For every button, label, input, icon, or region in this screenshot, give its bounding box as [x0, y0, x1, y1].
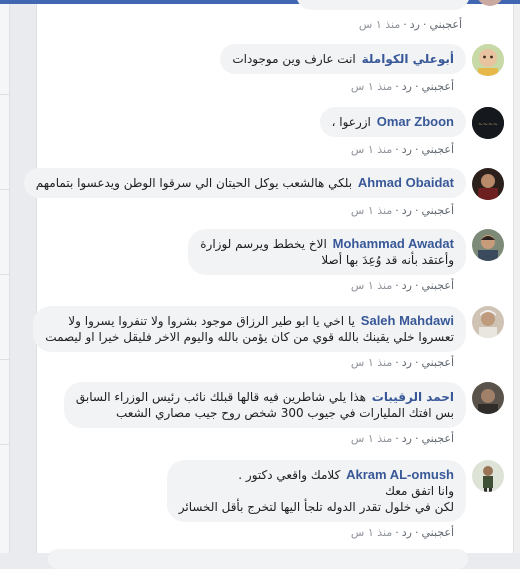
reply-link[interactable]: رد	[410, 18, 420, 31]
comment-item: ~~~~ Omar Zboon ازرعوا ، أعجبني·رد·منذ ١…	[319, 107, 504, 156]
comment-text: بلكي هالشعب يوكل الحيتان الي سرقوا الوطن…	[35, 176, 353, 190]
comment-item: أبوعلي الكواملة انت عارف وين موجودات أعج…	[220, 44, 504, 93]
avatar[interactable]	[472, 44, 504, 76]
comment-actions: أعجبني·رد·منذ ١ س	[350, 356, 454, 369]
comment-text-line: كلامك واقعي دكتور .	[238, 468, 341, 482]
comment-author[interactable]: أبوعلي الكواملة	[362, 52, 454, 66]
comment-actions: أعجبني·رد·منذ ١ س	[350, 432, 454, 445]
comment-bubble	[296, 0, 470, 10]
comment-text: ازرعوا ،	[331, 115, 371, 129]
comment-time[interactable]: منذ ١ س	[351, 204, 392, 217]
comment-text: انت عارف وين موجودات	[232, 52, 356, 66]
avatar[interactable]	[472, 382, 504, 414]
like-link[interactable]: أعجبني	[421, 356, 454, 369]
comment-text-line: الاخ يخطط ويرسم لوزارة	[200, 237, 327, 251]
comment-time[interactable]: منذ ١ س	[351, 80, 392, 93]
svg-text:~~~~: ~~~~	[478, 121, 498, 128]
comment-actions: أعجبني·رد·منذ ١ س	[350, 204, 454, 217]
comment-bubble: Mohammad Awadat الاخ يخطط ويرسم لوزارة و…	[188, 229, 466, 275]
comment-time[interactable]: منذ ١ س	[351, 143, 392, 156]
comment-bubble: Omar Zboon ازرعوا ،	[319, 107, 466, 137]
comment-item	[296, 0, 504, 10]
avatar[interactable]	[472, 229, 504, 261]
comment-item: Ahmad Obaidat بلكي هالشعب يوكل الحيتان ا…	[23, 168, 504, 217]
comment-actions: أعجبني·رد·منذ ١ س	[350, 143, 454, 156]
comment-time[interactable]: منذ ١ س	[351, 432, 392, 445]
avatar[interactable]	[472, 460, 504, 492]
comment-author[interactable]: Omar Zboon	[377, 114, 454, 129]
comment-item: احمد الرقيبات هذا يلي شاطرين فيه قالها ق…	[63, 382, 504, 445]
comment-text-line: يا اخي يا ابو طير الرزاق موجود بشروا ولا…	[68, 314, 355, 328]
comment-bubble: Akram AL-omush كلامك واقعي دكتور . وانا …	[166, 460, 466, 522]
profile-photo-icon	[472, 229, 504, 261]
avatar[interactable]: ~~~~	[472, 107, 504, 139]
avatar[interactable]	[472, 306, 504, 338]
reply-link[interactable]: رد	[402, 432, 412, 445]
avatar[interactable]	[472, 168, 504, 200]
comment-item: Akram AL-omush كلامك واقعي دكتور . وانا …	[166, 460, 504, 539]
comment-author[interactable]: Saleh Mahdawi	[361, 313, 454, 328]
comment-time[interactable]: منذ ١ س	[351, 356, 392, 369]
comment-actions: أعجبني·رد·منذ ١ س	[350, 279, 454, 292]
comment-text-line: لكن في خلول تقدر الدوله تلجأ اليها لتخرج…	[178, 500, 454, 514]
like-link[interactable]: أعجبني	[421, 80, 454, 93]
comment-bubble: Saleh Mahdawi يا اخي يا ابو طير الرزاق م…	[33, 306, 466, 352]
like-link[interactable]: أعجبني	[429, 18, 462, 31]
comment-author[interactable]: Mohammad Awadat	[333, 236, 454, 251]
comment-time[interactable]: منذ ١ س	[351, 279, 392, 292]
reply-link[interactable]: رد	[402, 143, 412, 156]
comment-item: Saleh Mahdawi يا اخي يا ابو طير الرزاق م…	[33, 306, 504, 369]
comment-text-line: وانا اتفق معك	[385, 484, 454, 498]
comment-bubble: أبوعلي الكواملة انت عارف وين موجودات	[220, 44, 466, 74]
comment-time[interactable]: منذ ١ س	[359, 18, 400, 31]
reply-link[interactable]: رد	[402, 279, 412, 292]
comment-actions: أعجبني·رد·منذ ١ س	[358, 18, 462, 31]
like-link[interactable]: أعجبني	[421, 279, 454, 292]
comment-time[interactable]: منذ ١ س	[351, 526, 392, 539]
profile-photo-icon	[472, 306, 504, 338]
reply-link[interactable]: رد	[402, 356, 412, 369]
comment-bubble: احمد الرقيبات هذا يلي شاطرين فيه قالها ق…	[63, 382, 466, 428]
comment-author[interactable]: Ahmad Obaidat	[358, 175, 454, 190]
comment-author[interactable]: Akram AL-omush	[346, 467, 454, 482]
comment-actions: أعجبني·رد·منذ ١ س	[350, 80, 454, 93]
reply-link[interactable]: رد	[402, 204, 412, 217]
profile-photo-icon	[472, 168, 504, 200]
like-link[interactable]: أعجبني	[421, 526, 454, 539]
profile-photo-icon	[472, 382, 504, 414]
child-photo-icon	[472, 44, 504, 76]
comment-item: Mohammad Awadat الاخ يخطط ويرسم لوزارة و…	[188, 229, 504, 292]
comment-text-line: وأعتقد بأنه قد وُعِدَ بها أصلا	[321, 253, 454, 267]
avatar[interactable]	[476, 0, 504, 6]
like-link[interactable]: أعجبني	[421, 143, 454, 156]
left-pane	[0, 4, 10, 553]
comment-actions: أعجبني·رد·منذ ١ س	[350, 526, 454, 539]
profile-photo-icon	[472, 460, 504, 492]
comment-bubble: Ahmad Obaidat بلكي هالشعب يوكل الحيتان ا…	[23, 168, 466, 198]
profile-photo-icon: ~~~~	[472, 107, 504, 139]
comment-author[interactable]: احمد الرقيبات	[372, 390, 454, 404]
comment-text-line: تعسروا خلي يقينك بالله قوي من كان يؤمن ب…	[45, 330, 454, 344]
comment-text-line: هذا يلي شاطرين فيه قالها قبلك نائب رئيس …	[75, 390, 366, 404]
comment-text-line: بس افتك المليارات في جيوب 300 شخص روح جي…	[116, 406, 454, 420]
scrollbar[interactable]	[513, 4, 520, 553]
reply-link[interactable]: رد	[402, 80, 412, 93]
reply-link[interactable]: رد	[402, 526, 412, 539]
comment-bubble	[48, 549, 468, 569]
like-link[interactable]: أعجبني	[421, 204, 454, 217]
like-link[interactable]: أعجبني	[421, 432, 454, 445]
